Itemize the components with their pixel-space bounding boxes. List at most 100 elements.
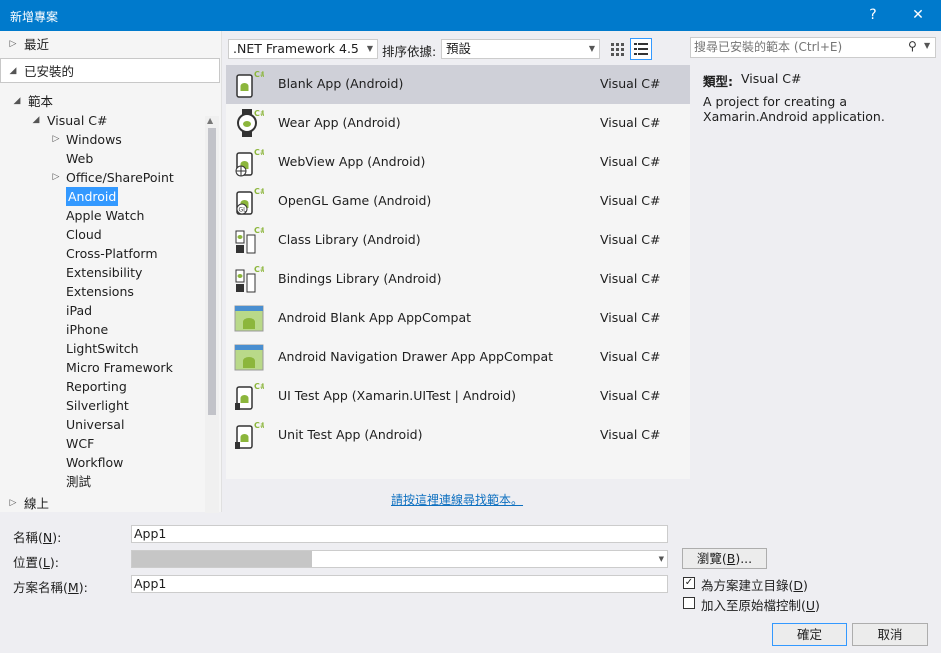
template-row[interactable]: C# Wear App (Android) Visual C# xyxy=(226,104,690,143)
svg-text:C#: C# xyxy=(254,70,264,79)
tree-label: Universal xyxy=(66,417,125,432)
expand-arrow-icon[interactable]: ▷ xyxy=(51,168,61,187)
help-button[interactable]: ? xyxy=(850,0,896,31)
chevron-down-icon: ▼ xyxy=(588,44,595,53)
tree-label: Cross-Platform xyxy=(66,246,158,261)
framework-select[interactable]: .NET Framework 4.5 ▼ xyxy=(228,39,378,59)
window-title: 新增專案 xyxy=(10,10,59,24)
android-bindings-library-icon: C# xyxy=(234,264,267,294)
name-field[interactable]: App1 xyxy=(131,525,668,543)
collapse-arrow-icon[interactable]: ◢ xyxy=(12,92,22,111)
expand-arrow-icon[interactable]: ▷ xyxy=(51,130,61,149)
chevron-down-icon[interactable]: ▼ xyxy=(659,551,664,567)
template-language: Visual C# xyxy=(600,310,661,325)
collapse-arrow-icon[interactable]: ◢ xyxy=(31,111,41,130)
svg-text:C#: C# xyxy=(254,226,264,235)
android-watch-icon: C# xyxy=(234,108,267,138)
template-name: OpenGL Game (Android) xyxy=(278,193,432,208)
android-class-library-icon: C# xyxy=(234,225,267,255)
template-name: Blank App (Android) xyxy=(278,76,404,91)
expand-arrow-icon[interactable]: ▷ xyxy=(8,494,18,513)
android-phone-icon: C# xyxy=(234,69,267,99)
online-templates-link[interactable]: 請按這裡連線尋找範本。 xyxy=(391,491,523,508)
template-language: Visual C# xyxy=(600,154,661,169)
tree-label: Extensibility xyxy=(66,265,143,280)
template-name: Android Blank App AppCompat xyxy=(278,310,472,325)
create-directory-checkbox[interactable]: ✓ xyxy=(683,577,695,589)
tree-label: 測試 xyxy=(66,474,92,489)
tree-label: Office/SharePoint xyxy=(66,170,174,185)
tree-label: Silverlight xyxy=(66,398,129,413)
template-row[interactable]: Android Blank App AppCompat Visual C# xyxy=(226,299,690,338)
template-name: UI Test App (Xamarin.UITest | Android) xyxy=(278,388,517,403)
scroll-up-icon[interactable]: ▲ xyxy=(207,116,213,125)
template-name: WebView App (Android) xyxy=(278,154,426,169)
tree-item-recent[interactable]: ▷ 最近 xyxy=(0,35,220,54)
template-row[interactable]: C# Class Library (Android) Visual C# xyxy=(226,221,690,260)
template-row[interactable]: C# WebView App (Android) Visual C# xyxy=(226,143,690,182)
grid-view-icon xyxy=(611,43,624,56)
location-combo[interactable]: ▼ xyxy=(131,550,668,568)
cancel-button[interactable]: 取消 xyxy=(852,623,928,646)
template-list: C# Blank App (Android) Visual C# C# Wear App… xyxy=(226,65,690,479)
svg-text:C#: C# xyxy=(254,109,264,118)
tree-label: WCF xyxy=(66,436,95,451)
svg-text:C#: C# xyxy=(254,187,264,196)
name-value: App1 xyxy=(134,526,167,541)
android-opengl-icon: GL C# xyxy=(234,186,267,216)
tree-label: 範本 xyxy=(28,94,54,109)
svg-text:C#: C# xyxy=(254,382,264,391)
template-row[interactable]: C# UI Test App (Xamarin.UITest | Android)… xyxy=(226,377,690,416)
template-row[interactable]: C# Unit Test App (Android) Visual C# xyxy=(226,416,690,455)
android-appcompat-icon xyxy=(234,303,264,333)
tree-label: Windows xyxy=(66,132,122,147)
small-icons-view-button[interactable] xyxy=(607,39,627,59)
chevron-down-icon[interactable]: ▼ xyxy=(924,41,930,50)
type-label: 類型: xyxy=(703,74,733,89)
template-language: Visual C# xyxy=(600,388,661,403)
template-row[interactable]: Android Navigation Drawer App AppCompat V… xyxy=(226,338,690,377)
list-view-icon xyxy=(634,43,648,55)
search-box[interactable]: ⚲ ▼ xyxy=(690,37,936,58)
tree-label: Micro Framework xyxy=(66,360,173,375)
tree-label: Android xyxy=(66,187,119,206)
add-to-source-control-label: 加入至原始檔控制(U) xyxy=(701,598,820,613)
solution-name-field[interactable]: App1 xyxy=(131,575,668,593)
solution-name-value: App1 xyxy=(134,576,167,591)
chevron-down-icon: ▼ xyxy=(366,44,373,53)
add-to-source-control-checkbox[interactable] xyxy=(683,597,695,609)
search-icon[interactable]: ⚲ xyxy=(908,39,917,53)
browse-button[interactable]: 瀏覽(B)... xyxy=(682,548,767,569)
collapse-arrow-icon[interactable]: ◢ xyxy=(8,62,18,81)
tree-item-installed[interactable]: ◢ 已安裝的 xyxy=(0,58,220,83)
template-row[interactable]: C# Blank App (Android) Visual C# xyxy=(226,65,690,104)
tree-label: Visual C# xyxy=(47,113,108,128)
sort-label: 排序依據: xyxy=(382,44,437,59)
list-view-button[interactable] xyxy=(630,38,652,60)
template-row[interactable]: GL C# OpenGL Game (Android) Visual C# xyxy=(226,182,690,221)
template-language: Visual C# xyxy=(600,232,661,247)
create-directory-label: 為方案建立目錄(D) xyxy=(701,578,808,593)
template-language: Visual C# xyxy=(600,115,661,130)
template-language: Visual C# xyxy=(600,349,661,364)
template-name: Android Navigation Drawer App AppCompat xyxy=(278,349,554,364)
sort-select[interactable]: 預設 ▼ xyxy=(441,39,600,59)
template-language: Visual C# xyxy=(600,76,661,91)
expand-arrow-icon[interactable]: ▷ xyxy=(8,35,18,54)
location-label: 位置(L): xyxy=(13,555,59,570)
template-row[interactable]: C# Bindings Library (Android) Visual C# xyxy=(226,260,690,299)
name-label: 名稱(N): xyxy=(13,530,62,545)
search-input[interactable] xyxy=(694,39,899,55)
close-button[interactable]: ✕ xyxy=(895,0,941,31)
template-name: Unit Test App (Android) xyxy=(278,427,423,442)
svg-text:C#: C# xyxy=(254,148,264,157)
framework-value: .NET Framework 4.5 xyxy=(233,41,359,56)
tree-label: Apple Watch xyxy=(66,208,145,223)
tree-scrollbar[interactable]: ▲ ▼ xyxy=(205,116,219,522)
android-unittest-icon: C# xyxy=(234,420,267,450)
scrollbar-thumb[interactable] xyxy=(208,128,216,415)
ok-button[interactable]: 確定 xyxy=(772,623,847,646)
tree-label: Reporting xyxy=(66,379,127,394)
android-uitest-icon: C# xyxy=(234,381,267,411)
type-value: Visual C# xyxy=(741,71,802,86)
